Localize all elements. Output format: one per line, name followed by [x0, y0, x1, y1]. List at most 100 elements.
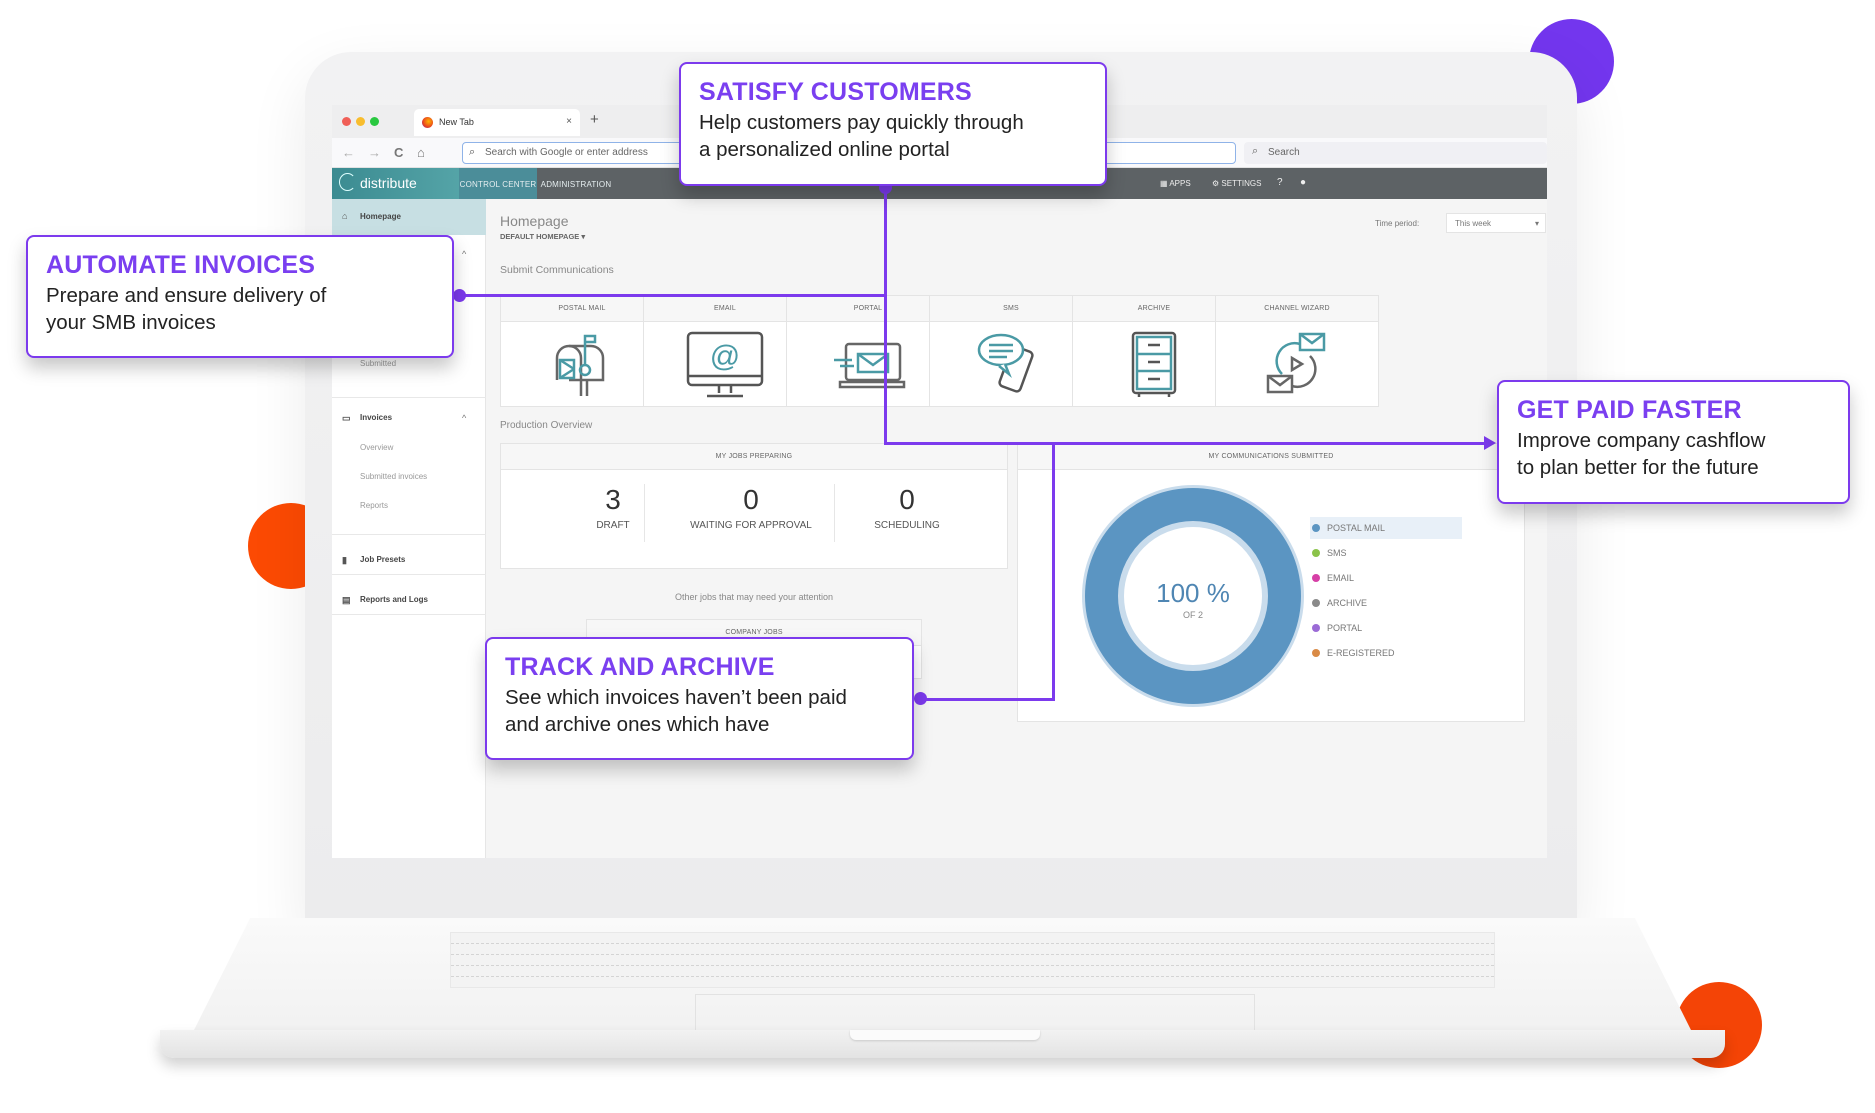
sidebar-item-job-presets[interactable]: ▮ Job Presets [332, 555, 486, 565]
legend-item-archive[interactable]: ARCHIVE [1310, 598, 1367, 608]
communications-donut-chart: 100 % OF 2 [1082, 485, 1304, 707]
sidebar-item-homepage[interactable]: ⌂ Homepage [332, 199, 486, 235]
stat-waiting-for-approval[interactable]: 0 WAITING FOR APPROVAL [676, 484, 826, 531]
stat-draft[interactable]: 3 DRAFT [538, 484, 688, 531]
legend-swatch [1312, 574, 1320, 582]
browser-tab-title: New Tab [439, 117, 474, 127]
legend-item-sms[interactable]: SMS [1310, 548, 1347, 558]
connector-dot [914, 692, 927, 705]
close-tab-icon[interactable]: × [566, 116, 572, 127]
legend-label: POSTAL MAIL [1327, 523, 1386, 533]
help-button[interactable]: ? [1277, 177, 1283, 188]
window-minimize-button[interactable] [356, 117, 365, 126]
chevron-up-icon[interactable]: ^ [462, 249, 466, 259]
connector-line [921, 698, 1055, 701]
channel-tile-portal[interactable]: PORTAL [786, 295, 950, 407]
sidebar-item-submitted-invoices[interactable]: Submitted invoices [360, 472, 427, 481]
back-arrow-icon[interactable]: ← [342, 145, 355, 160]
window-close-button[interactable] [342, 117, 351, 126]
connector-dot [453, 289, 466, 302]
browser-search-input[interactable]: ⌕ Search [1244, 142, 1547, 164]
calendar-log-icon: ▤ [342, 595, 351, 605]
my-jobs-preparing-panel: MY JOBS PREPARING 3 DRAFT 0 WAITING FOR … [500, 443, 1008, 569]
connector-line [1052, 442, 1055, 700]
legend-swatch [1312, 624, 1320, 632]
mailbox-icon [555, 334, 605, 396]
callout-automate-invoices: AUTOMATE INVOICES Prepare and ensure del… [26, 235, 454, 358]
home-icon[interactable]: ⌂ [417, 145, 425, 160]
forward-arrow-icon[interactable]: → [368, 145, 381, 160]
reload-icon[interactable]: C [394, 145, 403, 160]
time-period-select[interactable]: This week ▾ [1446, 213, 1546, 233]
donut-center-subtitle: OF 2 [1183, 610, 1203, 620]
filing-cabinet-icon [1131, 331, 1177, 397]
legend-item-postal-mail[interactable]: POSTAL MAIL [1310, 517, 1462, 539]
new-tab-button[interactable]: + [590, 111, 599, 128]
search-icon: ⌕ [1252, 145, 1259, 157]
stat-scheduling[interactable]: 0 SCHEDULING [832, 484, 982, 531]
callout-satisfy-customers: SATISFY CUSTOMERS Help customers pay qui… [679, 62, 1107, 186]
svg-text:@: @ [710, 340, 740, 373]
laptop-base [160, 918, 1725, 1068]
sidebar-item-overview[interactable]: Overview [360, 443, 393, 452]
browser-tab[interactable]: New Tab × [414, 109, 580, 136]
firefox-icon [422, 117, 433, 128]
gear-icon: ⚙ [1212, 179, 1222, 188]
caret-down-icon: ▾ [1534, 219, 1539, 228]
channel-tile-channel-wizard[interactable]: CHANNEL WIZARD [1215, 295, 1379, 407]
connector-line [884, 186, 887, 444]
panel-title: MY JOBS PREPARING [501, 444, 1007, 470]
laptop-envelope-icon [834, 342, 906, 389]
window-maximize-button[interactable] [370, 117, 379, 126]
distribute-logo-icon [339, 173, 356, 191]
connector-line [459, 294, 887, 297]
brand-name: distribute [360, 175, 417, 191]
legend-label: E-REGISTERED [1327, 648, 1395, 658]
channel-tile-email[interactable]: EMAIL @ [643, 295, 807, 407]
sidebar-item-reports[interactable]: Reports [360, 501, 388, 510]
laptop-keyboard [450, 932, 1495, 988]
time-period-label: Time period: [1375, 219, 1420, 228]
legend-item-email[interactable]: EMAIL [1310, 573, 1354, 583]
tab-control-center[interactable]: CONTROL CENTER [459, 168, 537, 199]
phone-chat-icon [977, 333, 1034, 393]
channel-tile-archive[interactable]: ARCHIVE [1072, 295, 1236, 407]
sidebar-item-submitted[interactable]: Submitted [360, 359, 396, 368]
submit-communications-heading: Submit Communications [500, 264, 614, 276]
my-communications-panel: MY COMMUNICATIONS SUBMITTED 100 % OF 2 PO… [1017, 443, 1525, 722]
chevron-up-icon[interactable]: ^ [462, 413, 466, 423]
channel-tile-sms[interactable]: SMS [929, 295, 1093, 407]
legend-label: PORTAL [1327, 623, 1363, 633]
callout-get-paid-faster: GET PAID FASTER Improve company cashflow… [1497, 380, 1850, 504]
panel-title: MY COMMUNICATIONS SUBMITTED [1018, 444, 1524, 470]
address-placeholder: Search with Google or enter address [485, 147, 648, 158]
legend-swatch [1312, 549, 1320, 557]
legend-swatch [1312, 599, 1320, 607]
homepage-selector[interactable]: DEFAULT HOMEPAGE ▾ [500, 232, 585, 241]
legend-label: ARCHIVE [1327, 598, 1368, 608]
connector-line [884, 442, 1486, 445]
home-icon: ⌂ [342, 211, 348, 221]
settings-button[interactable]: ⚙ SETTINGS [1212, 179, 1261, 188]
legend-label: EMAIL [1327, 573, 1355, 583]
legend-swatch [1312, 524, 1320, 532]
user-icon[interactable]: ● [1300, 177, 1306, 188]
tab-administration[interactable]: ADMINISTRATION [537, 168, 615, 199]
channel-tile-postal-mail[interactable]: POSTAL MAIL [500, 295, 664, 407]
legend-item-portal[interactable]: PORTAL [1310, 623, 1362, 633]
production-overview-heading: Production Overview [500, 420, 593, 431]
apps-grid-icon: ▦ [1160, 179, 1170, 188]
apps-button[interactable]: ▦ APPS [1160, 179, 1191, 188]
browser-search-placeholder: Search [1268, 147, 1300, 158]
legend-swatch [1312, 649, 1320, 657]
document-icon: ▭ [342, 413, 351, 423]
legend-label: SMS [1327, 548, 1347, 558]
sidebar-item-reports-logs[interactable]: ▤ Reports and Logs [332, 595, 486, 605]
donut-center-value: 100 % [1156, 578, 1230, 608]
legend-item-e-registered[interactable]: E-REGISTERED [1310, 648, 1395, 658]
search-icon: ⌕ [469, 146, 476, 158]
page-title: Homepage [500, 213, 569, 229]
preset-file-icon: ▮ [342, 555, 347, 565]
envelope-cycle-icon [1266, 332, 1326, 394]
arrow-right-icon [1484, 436, 1496, 450]
